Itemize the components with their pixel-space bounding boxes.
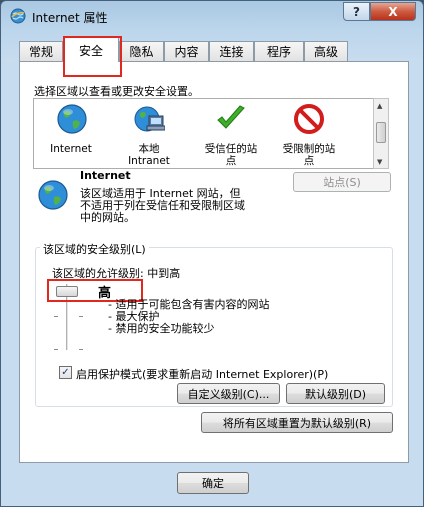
help-icon: ? <box>353 4 360 19</box>
custom-level-button[interactable]: 自定义级别(C)... <box>177 383 280 404</box>
protected-mode-checkbox[interactable]: ✓ <box>59 366 72 379</box>
zone-list: Internet 本地 Intranet 受信任的站 点 受限制的站 点 <box>33 98 379 169</box>
close-button[interactable]: X <box>370 2 416 21</box>
protected-mode-label[interactable]: 启用保护模式(要求重新启动 Internet Explorer)(P) <box>76 366 328 382</box>
ie-globe-icon <box>10 8 26 24</box>
close-icon: X <box>388 4 398 19</box>
tab-highlight-box <box>63 36 122 77</box>
restricted-icon <box>294 104 324 134</box>
slider-tick <box>54 349 58 350</box>
scroll-up-icon[interactable]: ▲ <box>377 102 382 110</box>
reset-all-zones-button[interactable]: 将所有区域重置为默认级别(R) <box>201 412 393 433</box>
slider-tick <box>54 316 58 317</box>
zone-restricted[interactable]: 受限制的站 点 <box>272 101 346 167</box>
selected-zone-desc-line3: 中的网站。 <box>80 211 135 224</box>
intranet-icon <box>134 106 165 132</box>
zone-intranet[interactable]: 本地 Intranet <box>114 101 184 167</box>
tab-general[interactable]: 常规 <box>19 41 63 61</box>
tab-privacy[interactable]: 隐私 <box>119 41 164 61</box>
slider-tick <box>79 316 83 317</box>
zone-label-trusted-line2: 点 <box>225 155 237 167</box>
zone-label-restricted-line1: 受限制的站 <box>282 143 336 155</box>
title-bar[interactable]: Internet 属性 ? X <box>1 1 423 31</box>
zone-label-intranet-line2: Intranet <box>128 155 170 167</box>
scroll-down-icon[interactable]: ▼ <box>377 158 382 166</box>
level-desc-line: - 禁用的安全功能较少 <box>108 322 215 335</box>
tab-content[interactable]: 内容 <box>164 41 209 61</box>
security-panel: 选择区域以查看或更改安全设置。 Internet 本地 Intranet 受信任… <box>19 61 409 463</box>
slider-tick <box>79 349 83 350</box>
zone-trusted[interactable]: 受信任的站 点 <box>194 101 268 167</box>
security-level-group-title: 该区域的安全级别(L) <box>40 241 149 257</box>
zone-internet[interactable]: Internet <box>39 101 103 167</box>
selected-zone-title: Internet <box>80 169 131 182</box>
window-title: Internet 属性 <box>32 11 108 25</box>
zone-label-internet: Internet <box>50 143 92 155</box>
default-level-button[interactable]: 默认级别(D) <box>286 383 385 404</box>
globe-icon <box>57 104 87 134</box>
tab-programs[interactable]: 程序 <box>254 41 304 61</box>
sites-button[interactable]: 站点(S) <box>293 172 391 192</box>
scroll-thumb[interactable] <box>376 122 386 143</box>
zone-list-scrollbar[interactable]: ▲ ▼ <box>373 98 389 169</box>
ok-button[interactable]: 确定 <box>177 472 249 494</box>
zone-label-intranet-line1: 本地 <box>138 143 160 155</box>
selected-zone-globe-icon <box>38 180 68 210</box>
zone-instruction: 选择区域以查看或更改安全设置。 <box>34 85 199 98</box>
zone-label-restricted-line2: 点 <box>303 155 315 167</box>
tab-advanced[interactable]: 高级 <box>304 41 348 61</box>
internet-options-window: Internet 属性 ? X 常规 安全 隐私 内容 连接 程序 高级 选择区… <box>0 0 424 507</box>
zone-label-trusted-line1: 受信任的站 <box>204 143 258 155</box>
check-icon <box>217 105 245 129</box>
tab-connections[interactable]: 连接 <box>209 41 254 61</box>
help-button[interactable]: ? <box>343 2 370 21</box>
selected-zone-description: 该区域适用于 Internet 网站，但 不适用于列在受信任和受限制区域 中的网… <box>80 188 245 224</box>
checkmark-icon: ✓ <box>61 367 70 378</box>
